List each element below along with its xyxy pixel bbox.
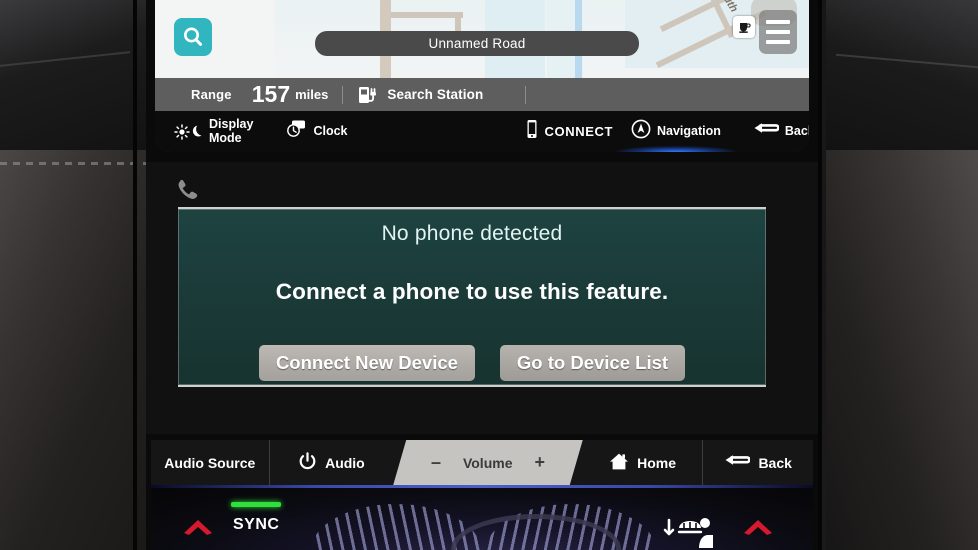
tab-connect[interactable]: CONNECT [516, 111, 622, 152]
chevron-up-icon[interactable] [181, 516, 215, 541]
audio-source-button[interactable]: Audio Source [151, 440, 269, 485]
back-button[interactable]: Back [703, 440, 813, 485]
chevron-up-icon[interactable] [741, 516, 775, 541]
go-to-device-list-button[interactable]: Go to Device List [499, 345, 686, 381]
audio-power-button[interactable]: Audio [270, 440, 394, 485]
defrost-seat-icon[interactable] [659, 512, 713, 550]
volume-plus-button[interactable]: + [534, 452, 545, 473]
coffee-cup-icon[interactable] [733, 16, 755, 38]
tab-label: CONNECT [544, 123, 613, 139]
sync-indicator-led [231, 502, 281, 507]
navigation-tab-bar: Display Mode Clock CONNECT Navigation Ba… [155, 111, 809, 152]
phone-screen: No phone detected Connect a phone to use… [146, 162, 818, 434]
dashboard-leather-left [0, 150, 152, 550]
map-view[interactable]: South Unnamed Road [155, 0, 809, 78]
clock-icon [285, 119, 307, 144]
audio-source-label: Audio Source [164, 454, 256, 471]
road-name-text: Unnamed Road [428, 36, 526, 51]
back-arrow-icon [753, 121, 780, 142]
climate-control-strip: SYNC [151, 488, 813, 550]
back-arrow-icon [724, 453, 752, 472]
range-value: 157 [251, 81, 291, 107]
screen-bezel-right [818, 0, 822, 550]
search-station-label[interactable]: Search Station [387, 87, 483, 102]
sync-label[interactable]: SYNC [233, 516, 279, 534]
tab-navigation[interactable]: Navigation [616, 111, 736, 152]
volume-minus-button[interactable]: – [431, 452, 441, 473]
audio-label: Audio [325, 454, 365, 471]
volume-control[interactable]: – Volume + [393, 440, 583, 485]
dashboard-trim-right [826, 0, 978, 152]
home-label: Home [637, 454, 676, 471]
tab-display-mode[interactable]: Display Mode [165, 111, 262, 152]
home-button[interactable]: Home [583, 440, 703, 485]
back-label: Back [758, 454, 792, 471]
dashboard-background: South Unnamed Road [0, 0, 978, 550]
range-unit: miles [295, 87, 329, 102]
dashboard-leather-right [826, 150, 978, 550]
dashboard-trim-left [0, 0, 152, 152]
connect-new-device-button[interactable]: Connect New Device [258, 345, 475, 381]
no-phone-dialog: No phone detected Connect a phone to use… [178, 207, 766, 387]
hamburger-menu-icon[interactable] [759, 10, 797, 54]
search-icon[interactable] [174, 18, 212, 56]
range-status-bar: Range 157 miles Search Station [155, 78, 809, 111]
tab-label: Back [784, 123, 809, 138]
compass-icon [631, 119, 651, 144]
navigation-panel: South Unnamed Road [155, 0, 809, 152]
power-icon [298, 451, 317, 474]
tab-label: Clock [313, 123, 348, 138]
divider [342, 85, 344, 104]
active-tab-glow [616, 146, 736, 152]
phone-handset-icon [173, 176, 201, 209]
map-road-label: Unnamed Road [315, 31, 639, 56]
dialog-title: No phone detected [381, 222, 563, 245]
sun-moon-icon [174, 123, 203, 140]
tab-back[interactable]: Back [744, 111, 809, 152]
tab-label: Navigation [657, 123, 721, 138]
range-label: Range [191, 87, 232, 102]
tab-label: Display Mode [209, 117, 254, 145]
phone-device-icon [525, 119, 539, 144]
dialog-message: Connect a phone to use this feature. [275, 279, 669, 304]
charging-station-icon [357, 84, 379, 106]
screen-bezel-left [133, 0, 137, 550]
volume-label: Volume [462, 454, 513, 471]
dialog-actions: Connect New Device Go to Device List [258, 345, 686, 381]
audio-control-bar: Audio Source Audio – Volume + Home Back [151, 440, 813, 485]
tab-clock[interactable]: Clock [276, 111, 356, 152]
home-icon [609, 452, 629, 474]
divider [525, 85, 527, 104]
infotainment-screen: South Unnamed Road [146, 0, 818, 550]
